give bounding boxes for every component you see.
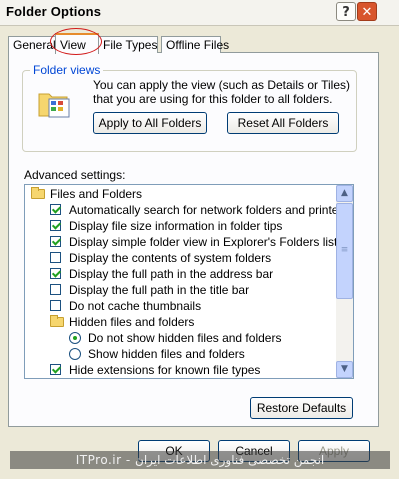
radio-button[interactable] bbox=[69, 348, 81, 360]
scroll-thumb[interactable]: ≡ bbox=[336, 203, 353, 299]
window-title: Folder Options bbox=[6, 4, 102, 19]
tab-file-types[interactable]: File Types bbox=[98, 36, 158, 53]
help-button[interactable]: ? bbox=[336, 2, 356, 21]
tab-offline-files[interactable]: Offline Files bbox=[161, 36, 229, 53]
checkbox[interactable] bbox=[50, 300, 61, 311]
restore-defaults-button[interactable]: Restore Defaults bbox=[250, 397, 353, 419]
checkbox[interactable] bbox=[50, 364, 61, 375]
close-button[interactable]: ✕ bbox=[357, 2, 377, 21]
folder-views-label: Folder views bbox=[30, 63, 104, 77]
tab-general[interactable]: General bbox=[8, 36, 56, 53]
radio-button[interactable] bbox=[69, 332, 81, 344]
checkbox[interactable] bbox=[50, 204, 61, 215]
scroll-down-icon[interactable]: ▼ bbox=[336, 361, 353, 378]
reset-all-folders-button[interactable]: Reset All Folders bbox=[227, 112, 339, 134]
tab-view[interactable]: View bbox=[55, 33, 99, 54]
scroll-up-icon[interactable]: ▲ bbox=[336, 185, 353, 202]
watermark-banner: ITPro.ir - انجمن تخصصی فناوری اطلاعات ای… bbox=[10, 451, 390, 469]
checkbox[interactable] bbox=[50, 284, 61, 295]
checkbox[interactable] bbox=[50, 252, 61, 263]
checkbox[interactable] bbox=[50, 236, 61, 247]
apply-to-all-folders-button[interactable]: Apply to All Folders bbox=[93, 112, 207, 134]
folder-icon bbox=[31, 187, 45, 199]
title-bar: Folder Options ? ✕ bbox=[0, 0, 399, 26]
advanced-settings-label: Advanced settings: bbox=[24, 168, 126, 182]
checkbox[interactable] bbox=[50, 268, 61, 279]
vertical-scrollbar[interactable]: ▲ ≡ ▼ bbox=[336, 185, 353, 378]
advanced-settings-list[interactable]: Files and Folders Automatically search f… bbox=[24, 184, 354, 379]
folder-icon bbox=[50, 315, 64, 327]
folder-views-icon bbox=[38, 93, 70, 118]
folder-views-description: You can apply the view (such as Details … bbox=[93, 78, 351, 106]
checkbox[interactable] bbox=[50, 220, 61, 231]
